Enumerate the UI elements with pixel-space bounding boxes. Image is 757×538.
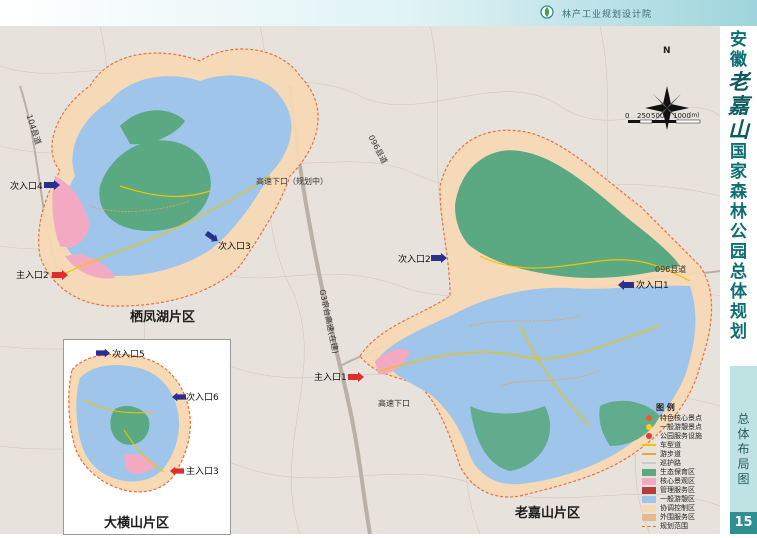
title-char: 体 [730, 282, 747, 302]
scale-tick-500: 500 [651, 112, 665, 120]
main-entrance-arrow-icon [348, 372, 364, 382]
legend-label: 管理服务区 [660, 486, 695, 494]
secondary-entrance-arrow-icon [618, 280, 634, 290]
entrance-main-1: 主入口1 [314, 373, 347, 383]
road-label-expressway-exit: 高速下口 [378, 399, 410, 408]
title-char: 老 [728, 69, 749, 94]
scale-tick-250: 250 [637, 112, 651, 120]
title-char: 家 [730, 162, 747, 182]
title-char: 规 [730, 302, 747, 322]
legend-item: 规划范围 [642, 521, 688, 531]
title-char: 嘉 [728, 93, 749, 118]
subtitle-char: 局 [737, 457, 750, 471]
region-label-laojiashan: 老嘉山片区 [515, 506, 581, 521]
legend-line-icon [642, 453, 656, 455]
legend-label: 游步道 [660, 450, 681, 458]
legend-line-icon [642, 444, 656, 446]
secondary-entrance-arrow-icon [172, 392, 186, 402]
legend-dot-icon [646, 415, 652, 421]
title-char: 山 [728, 117, 749, 142]
title-char: 安 [730, 30, 747, 50]
secondary-entrance-arrow-icon [96, 348, 110, 358]
entrance-secondary-1: 次入口1 [636, 281, 669, 291]
scale-bar [628, 119, 701, 124]
legend-line-icon [642, 462, 656, 464]
legend-swatch-icon [642, 477, 656, 485]
title-char: 园 [730, 242, 747, 262]
title-char: 林 [730, 202, 747, 222]
legend-swatch-icon [642, 513, 656, 521]
title-char: 公 [730, 222, 747, 242]
region-label-qifenghu: 栖凤湖片区 [130, 310, 196, 325]
secondary-entrance-arrow-icon [431, 253, 447, 263]
entrance-secondary-6: 次入口6 [186, 393, 219, 403]
legend-swatch-icon [642, 468, 656, 476]
scale-unit: (m) [689, 112, 700, 119]
legend-label: 协调控制区 [660, 504, 695, 512]
title-char: 森 [730, 182, 747, 202]
legend-swatch-icon [642, 486, 656, 494]
legend-dash-icon [642, 525, 656, 527]
subtitle-char: 布 [737, 442, 750, 456]
entrance-secondary-3: 次入口3 [218, 242, 251, 252]
legend-label: 生态保育区 [660, 468, 695, 476]
header-bar: 林产工业规划设计院 [0, 0, 757, 26]
compass-rose-icon [645, 86, 689, 130]
subtitle-char: 体 [737, 427, 750, 441]
scale-tick-0: 0 [625, 112, 630, 120]
inset-map-canvas [64, 340, 230, 534]
title-char: 总 [730, 262, 747, 282]
road-label-county-096b: 096县道 [655, 265, 687, 274]
legend-label: 车型道 [660, 441, 681, 449]
institute-logo-icon [540, 5, 554, 19]
legend-label: 一般游憩景点 [660, 423, 702, 431]
compass-north-label: N [663, 46, 671, 56]
header-org-name: 林产工业规划设计院 [562, 10, 653, 20]
vertical-subtitle: 总 体 布 局 图 [730, 412, 757, 487]
legend-dot-icon [646, 433, 652, 439]
legend-dot-icon [646, 424, 652, 430]
legend-swatch-icon [642, 495, 656, 503]
legend-label: 一般游憩区 [660, 495, 695, 503]
legend-label: 核心景观区 [660, 477, 695, 485]
legend-label: 特色核心景点 [660, 414, 702, 422]
entrance-secondary-5: 次入口5 [112, 350, 145, 360]
region-label-dahengshan: 大横山片区 [104, 516, 170, 531]
legend-label: 巡护路 [660, 459, 681, 467]
legend-label: 公园服务设施 [660, 432, 702, 440]
main-entrance-arrow-icon [52, 270, 68, 280]
secondary-entrance-arrow-icon [44, 180, 60, 190]
title-char: 徽 [730, 50, 747, 70]
inset-map-dahengshan[interactable]: 次入口5 次入口6 主入口3 大横山片区 [63, 339, 231, 535]
legend-label: 外围服务区 [660, 513, 695, 521]
entrance-main-3: 主入口3 [186, 467, 219, 477]
road-label-expressway-exit-planned: 高速下口（规划中） [256, 177, 328, 186]
entrance-secondary-2: 次入口2 [398, 255, 431, 265]
entrance-secondary-4: 次入口4 [10, 182, 43, 192]
legend-title: 图 例 [656, 403, 675, 412]
subtitle-char: 总 [737, 412, 750, 426]
legend-label: 规划范围 [660, 522, 688, 530]
map-legend: 图 例 特色核心景点 一般游憩景点 公园服务设施 车型道 游步道 巡护路 生态保育区 核心景观… [640, 402, 720, 530]
entrance-main-2: 主入口2 [16, 271, 49, 281]
title-char: 划 [730, 322, 747, 342]
subtitle-char: 图 [737, 472, 750, 486]
title-char: 国 [730, 142, 747, 162]
main-entrance-arrow-icon [170, 466, 184, 476]
legend-swatch-icon [642, 504, 656, 512]
vertical-title: 安 徽 老 嘉 山 国 家 森 林 公 园 总 体 规 划 [720, 30, 757, 342]
page-number: 15 [730, 512, 757, 534]
